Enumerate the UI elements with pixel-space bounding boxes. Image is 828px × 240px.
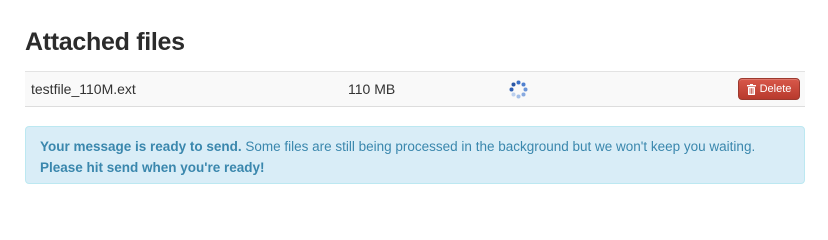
- file-size: 110 MB: [348, 81, 396, 97]
- alert-body: Some files are still being processed in …: [241, 139, 756, 154]
- trash-icon: [746, 83, 756, 95]
- attached-files-table: testfile_110M.ext 110 MB Delete: [25, 71, 805, 107]
- alert-lead: Your message is ready to send.: [40, 139, 242, 154]
- ready-to-send-alert: Your message is ready to send. Some file…: [25, 126, 805, 184]
- delete-button[interactable]: Delete: [738, 78, 800, 100]
- table-row: testfile_110M.ext 110 MB Delete: [25, 72, 805, 106]
- delete-button-label: Delete: [759, 83, 792, 95]
- alert-cta: Please hit send when you're ready!: [40, 160, 265, 175]
- file-name: testfile_110M.ext: [31, 81, 136, 97]
- spinner-icon: [509, 80, 528, 99]
- page-title: Attached files: [25, 28, 185, 56]
